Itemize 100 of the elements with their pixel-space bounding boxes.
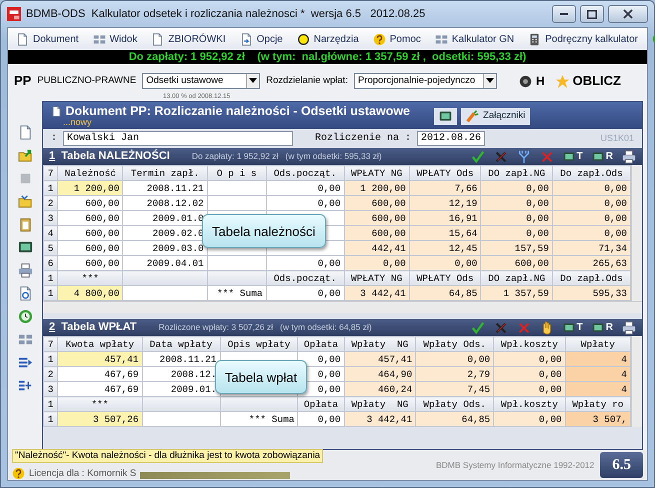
clipboard-icon[interactable] — [18, 217, 32, 232]
table-cell: 15,64 — [409, 226, 481, 240]
close-button[interactable] — [608, 5, 648, 23]
view-toggle-button[interactable]: R — [592, 320, 613, 335]
table-summary: Do zapłaty: 1 952,92 zł (w tym odsetki: 595,33 zł) — [192, 150, 382, 163]
category-label: PUBLICZNO-PRAWNE — [37, 74, 136, 88]
vertical-scrollbar[interactable] — [631, 336, 642, 427]
page-icon — [151, 32, 164, 46]
column-header: O p i s — [207, 166, 266, 180]
row-number: 6 — [44, 256, 58, 270]
grid-icon[interactable] — [18, 332, 32, 347]
debtor-field[interactable]: Kowalski Jan — [63, 131, 294, 146]
menu-item[interactable]: Podręczny kalkulator — [528, 32, 638, 46]
monitor-icon[interactable] — [18, 240, 32, 255]
column-header: Opłata — [298, 336, 344, 352]
list-tree-icon[interactable] — [18, 378, 32, 393]
help-icon — [372, 32, 386, 46]
column-header: Wpłaty ro — [565, 396, 630, 412]
menu-item[interactable]: Kalkulator GN — [434, 32, 514, 46]
column-header: Wpł.koszty — [494, 336, 566, 352]
column-header: Do zapł.Ods — [552, 270, 630, 286]
printer-icon[interactable] — [622, 320, 636, 334]
menu-item[interactable]: Pomoc — [372, 32, 421, 46]
date-field[interactable]: 2012.08.26 — [417, 131, 486, 146]
split-select[interactable]: Proporcjonalnie-pojedynczo — [354, 73, 497, 89]
attachments-button[interactable]: Załączniki — [461, 108, 530, 125]
column-header: WPŁATY Ods — [409, 166, 481, 180]
folder-icon[interactable] — [18, 194, 32, 209]
license-text: Licencja dla : Komornik S — [29, 466, 136, 481]
circle-icon — [296, 32, 310, 46]
monitor-icon — [592, 150, 604, 162]
total-cell: 3 507, — [565, 412, 630, 426]
column-header: Należność — [58, 166, 123, 180]
row-number: 1 — [44, 396, 58, 412]
table-cell: 467,69 — [58, 382, 142, 396]
date-label: Rozliczenie na : — [315, 132, 412, 146]
menu-item[interactable]: Narzędzia — [296, 32, 359, 46]
table-cell: 0,00 — [494, 382, 566, 396]
menu-item[interactable]: ZBIORÓWKI — [151, 32, 226, 46]
table-cell: 0,00 — [480, 180, 552, 196]
total-cell: 595,33 — [552, 286, 630, 300]
table-cell: 0,00 — [552, 210, 630, 226]
page-icon — [16, 32, 29, 46]
table-cell: 460,24 — [344, 382, 416, 396]
total-cell: 64,85 — [409, 286, 481, 300]
clock-icon[interactable] — [18, 309, 32, 324]
printer-icon[interactable] — [18, 263, 32, 278]
column-header: WPŁATY NG — [344, 166, 410, 180]
total-cell: *** Suma — [207, 286, 266, 300]
printer-icon[interactable] — [622, 150, 636, 164]
view-toggle-button[interactable]: T — [562, 320, 583, 335]
checkmark-icon[interactable] — [470, 320, 485, 334]
monitor-icon — [439, 110, 452, 123]
total-cell: 3 507,26 — [58, 412, 142, 426]
page-icon[interactable] — [18, 125, 32, 140]
folder-arrow-icon[interactable] — [18, 148, 32, 163]
document-icon[interactable] — [18, 286, 32, 301]
checkmark-icon[interactable] — [470, 150, 485, 164]
grid-icon — [92, 32, 106, 46]
menu-item[interactable]: Widok — [92, 32, 138, 46]
interest-type-select[interactable]: Odsetki ustawowe — [142, 73, 260, 89]
view-toggle-button[interactable]: T — [562, 149, 583, 164]
row-count: 7 — [44, 166, 58, 180]
menu-item[interactable]: Opcje — [240, 32, 283, 46]
fork-icon[interactable] — [516, 150, 531, 164]
star-icon — [554, 74, 570, 88]
view-toggle-button[interactable]: R — [592, 149, 613, 164]
column-header: Opis wpłaty — [220, 336, 298, 352]
total-cell: 0,00 — [298, 412, 344, 426]
cross-out-icon[interactable] — [494, 320, 508, 334]
table-cell: 600,00 — [58, 256, 123, 270]
table-cell: 0,00 — [266, 256, 344, 270]
maximize-button[interactable] — [580, 5, 604, 23]
help-icon[interactable] — [12, 466, 25, 480]
cross-out-icon[interactable] — [494, 150, 508, 164]
minimize-button[interactable] — [552, 5, 576, 23]
copyright-text: BDMB Systemy Informatyczne 1992-2012 — [436, 458, 594, 472]
column-header: WPŁATY NG — [344, 270, 410, 286]
row-number: 1 — [44, 352, 58, 366]
list-arrow-icon[interactable] — [18, 355, 32, 370]
monitor-icon — [562, 322, 575, 334]
monitor-icon — [562, 150, 575, 162]
monitor-button[interactable] — [434, 108, 458, 125]
column-header: DO zapł.NG — [480, 166, 552, 180]
column-header: Ods.począt. — [266, 166, 344, 180]
document-status: ...nowy — [62, 118, 93, 128]
column-header: Wpłaty — [565, 336, 630, 352]
table-cell: 4 — [565, 382, 630, 396]
table-cell: 2009.03.0 — [122, 240, 208, 256]
total-cell: 4 800,00 — [58, 286, 123, 300]
column-header: Data wpłaty — [142, 336, 220, 352]
table-cell: 442,41 — [344, 240, 410, 256]
table-cell: 0,00 — [494, 352, 566, 366]
row-count: 7 — [44, 336, 58, 352]
close-icon — [623, 9, 633, 19]
menu-item[interactable]: Dokument — [16, 32, 79, 46]
horizontal-scrollbar[interactable] — [43, 301, 642, 313]
column-header: DO zapł.NG — [480, 270, 552, 286]
calculate-button[interactable]: OBLICZ — [550, 71, 625, 91]
vertical-scrollbar[interactable] — [631, 165, 642, 301]
